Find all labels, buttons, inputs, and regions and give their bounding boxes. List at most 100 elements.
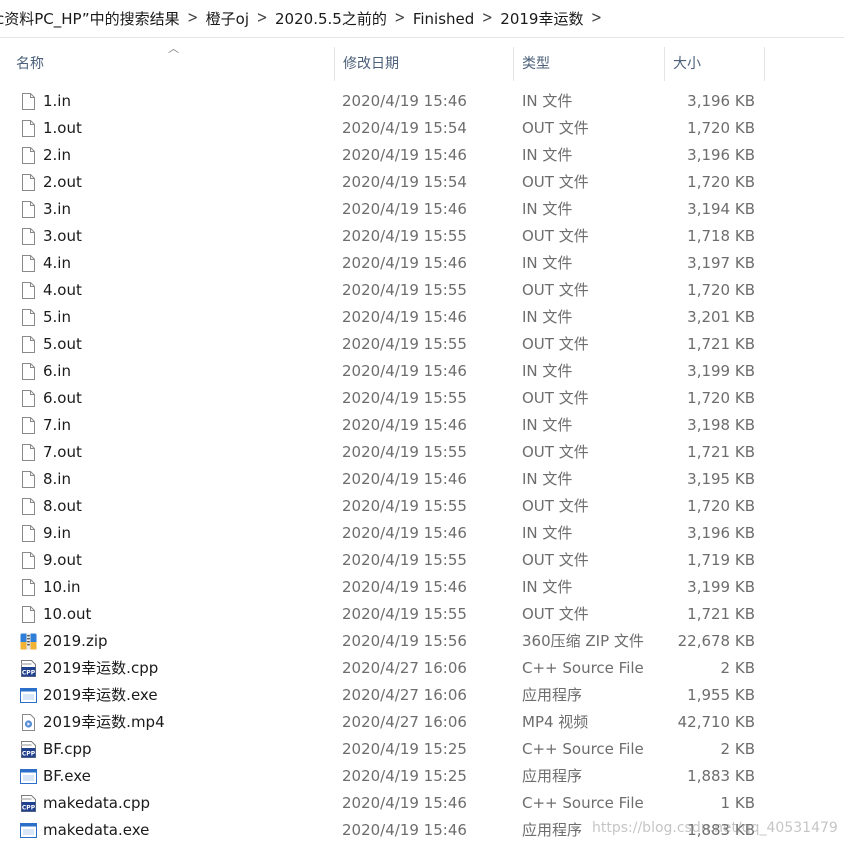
file-name: 2019幸运数.cpp <box>43 659 159 677</box>
file-row[interactable]: 5.in 2020/4/19 15:46 IN 文件 3,201 KB <box>0 304 844 331</box>
column-header-size-label: 大小 <box>673 56 701 72</box>
blank-file-icon <box>19 605 38 624</box>
file-row[interactable]: CPP BF.cpp 2020/4/19 15:25 C++ Source File 2… <box>0 736 844 763</box>
file-type: OUT 文件 <box>522 551 589 569</box>
file-row[interactable]: BF.exe 2020/4/19 15:25 应用程序 1,883 KB <box>0 763 844 790</box>
file-row[interactable]: 3.in 2020/4/19 15:46 IN 文件 3,194 KB <box>0 196 844 223</box>
file-size: 1,883 KB <box>687 767 755 785</box>
watermark: https://blog.csdn.net/qq_40531479 <box>592 820 838 836</box>
file-row[interactable]: 6.out 2020/4/19 15:55 OUT 文件 1,720 KB <box>0 385 844 412</box>
file-date: 2020/4/19 15:46 <box>342 146 467 164</box>
column-header-name[interactable]: 名称 ︿ <box>8 42 335 81</box>
blank-file-icon <box>19 119 38 138</box>
file-date: 2020/4/19 15:54 <box>342 119 467 137</box>
file-row[interactable]: 4.in 2020/4/19 15:46 IN 文件 3,197 KB <box>0 250 844 277</box>
chevron-right-icon[interactable]: > <box>480 10 494 28</box>
file-row[interactable]: 1.out 2020/4/19 15:54 OUT 文件 1,720 KB <box>0 115 844 142</box>
blank-file-icon <box>19 335 38 354</box>
file-type: OUT 文件 <box>522 443 589 461</box>
file-size: 1,720 KB <box>687 281 755 299</box>
file-row[interactable]: CPP makedata.cpp 2020/4/19 15:46 C++ Source… <box>0 790 844 817</box>
file-row[interactable]: 5.out 2020/4/19 15:55 OUT 文件 1,721 KB <box>0 331 844 358</box>
file-name: 4.in <box>43 254 71 272</box>
file-name: 2.in <box>43 146 71 164</box>
blank-file-icon <box>19 254 38 273</box>
file-date: 2020/4/19 15:46 <box>342 578 467 596</box>
breadcrumb-item[interactable]: 2019幸运数 <box>494 8 589 29</box>
file-name: 8.out <box>43 497 82 515</box>
file-date: 2020/4/19 15:46 <box>342 92 467 110</box>
file-date: 2020/4/19 15:46 <box>342 470 467 488</box>
chevron-right-icon[interactable]: > <box>186 10 200 28</box>
file-row[interactable]: 10.out 2020/4/19 15:55 OUT 文件 1,721 KB <box>0 601 844 628</box>
file-row[interactable]: 7.in 2020/4/19 15:46 IN 文件 3,198 KB <box>0 412 844 439</box>
chevron-right-icon[interactable]: > <box>393 10 407 28</box>
file-date: 2020/4/19 15:56 <box>342 632 467 650</box>
file-date: 2020/4/19 15:46 <box>342 308 467 326</box>
file-size: 1,721 KB <box>687 335 755 353</box>
sort-ascending-icon: ︿ <box>168 42 179 55</box>
file-name: 10.in <box>43 578 81 596</box>
file-row[interactable]: 4.out 2020/4/19 15:55 OUT 文件 1,720 KB <box>0 277 844 304</box>
file-row[interactable]: 2019.zip 2020/4/19 15:56 360压缩 ZIP 文件 22,67… <box>0 628 844 655</box>
file-size: 1,721 KB <box>687 605 755 623</box>
file-row[interactable]: 2.out 2020/4/19 15:54 OUT 文件 1,720 KB <box>0 169 844 196</box>
file-row[interactable]: CPP 2019幸运数.cpp 2020/4/27 16:06 C++ Source … <box>0 655 844 682</box>
file-type: IN 文件 <box>522 470 573 488</box>
zip-archive-icon <box>19 632 38 651</box>
file-type: OUT 文件 <box>522 227 589 245</box>
column-header-type[interactable]: 类型 <box>514 47 665 81</box>
file-row[interactable]: 9.out 2020/4/19 15:55 OUT 文件 1,719 KB <box>0 547 844 574</box>
file-row[interactable]: 10.in 2020/4/19 15:46 IN 文件 3,199 KB <box>0 574 844 601</box>
file-name: 2019.zip <box>43 632 108 650</box>
file-name: BF.exe <box>43 767 91 785</box>
file-size: 3,196 KB <box>687 524 755 542</box>
blank-file-icon <box>19 551 38 570</box>
breadcrumb-item[interactable]: c资料PC_HP”中的搜索结果 <box>0 8 186 29</box>
blank-file-icon <box>19 173 38 192</box>
column-header-size[interactable]: 大小 <box>665 47 765 81</box>
file-name: 8.in <box>43 470 71 488</box>
file-row[interactable]: 8.out 2020/4/19 15:55 OUT 文件 1,720 KB <box>0 493 844 520</box>
file-name: 5.out <box>43 335 82 353</box>
file-date: 2020/4/19 15:25 <box>342 767 467 785</box>
file-row[interactable]: 2019幸运数.exe 2020/4/27 16:06 应用程序 1,955 KB <box>0 682 844 709</box>
file-type: IN 文件 <box>522 578 573 596</box>
file-date: 2020/4/19 15:55 <box>342 497 467 515</box>
file-size: 2 KB <box>720 740 755 758</box>
file-type: 应用程序 <box>522 767 583 785</box>
cpp-file-icon: CPP <box>19 659 38 678</box>
breadcrumb-item[interactable]: Finished <box>407 10 480 28</box>
svg-text:CPP: CPP <box>22 670 36 677</box>
breadcrumb-item[interactable]: 2020.5.5之前的 <box>269 8 393 29</box>
file-date: 2020/4/19 15:55 <box>342 389 467 407</box>
file-size: 42,710 KB <box>677 713 755 731</box>
file-date: 2020/4/27 16:06 <box>342 659 467 677</box>
file-row[interactable]: 9.in 2020/4/19 15:46 IN 文件 3,196 KB <box>0 520 844 547</box>
blank-file-icon <box>19 200 38 219</box>
file-size: 22,678 KB <box>677 632 755 650</box>
breadcrumb-item[interactable]: 橙子oj <box>200 8 255 29</box>
blank-file-icon <box>19 389 38 408</box>
blank-file-icon <box>19 578 38 597</box>
file-date: 2020/4/19 15:46 <box>342 254 467 272</box>
file-row[interactable]: 3.out 2020/4/19 15:55 OUT 文件 1,718 KB <box>0 223 844 250</box>
file-list: 1.in 2020/4/19 15:46 IN 文件 3,196 KB 1.out 202… <box>0 88 844 844</box>
blank-file-icon <box>19 497 38 516</box>
exe-app-icon <box>19 767 38 786</box>
file-name: 7.in <box>43 416 71 434</box>
file-row[interactable]: 1.in 2020/4/19 15:46 IN 文件 3,196 KB <box>0 88 844 115</box>
file-row[interactable]: 2019幸运数.mp4 2020/4/27 16:06 MP4 视频 42,710 K… <box>0 709 844 736</box>
file-row[interactable]: 2.in 2020/4/19 15:46 IN 文件 3,196 KB <box>0 142 844 169</box>
file-row[interactable]: 8.in 2020/4/19 15:46 IN 文件 3,195 KB <box>0 466 844 493</box>
chevron-right-icon[interactable]: > <box>255 10 269 28</box>
file-row[interactable]: 7.out 2020/4/19 15:55 OUT 文件 1,721 KB <box>0 439 844 466</box>
chevron-right-icon[interactable]: > <box>589 10 603 28</box>
file-size: 1,720 KB <box>687 173 755 191</box>
column-header-date[interactable]: 修改日期 <box>335 47 514 81</box>
breadcrumb: c资料PC_HP”中的搜索结果 > 橙子oj >2020.5.5之前的 > Finishe… <box>0 0 844 38</box>
file-size: 3,198 KB <box>687 416 755 434</box>
file-row[interactable]: 6.in 2020/4/19 15:46 IN 文件 3,199 KB <box>0 358 844 385</box>
file-size: 1,720 KB <box>687 497 755 515</box>
file-name: 6.out <box>43 389 82 407</box>
